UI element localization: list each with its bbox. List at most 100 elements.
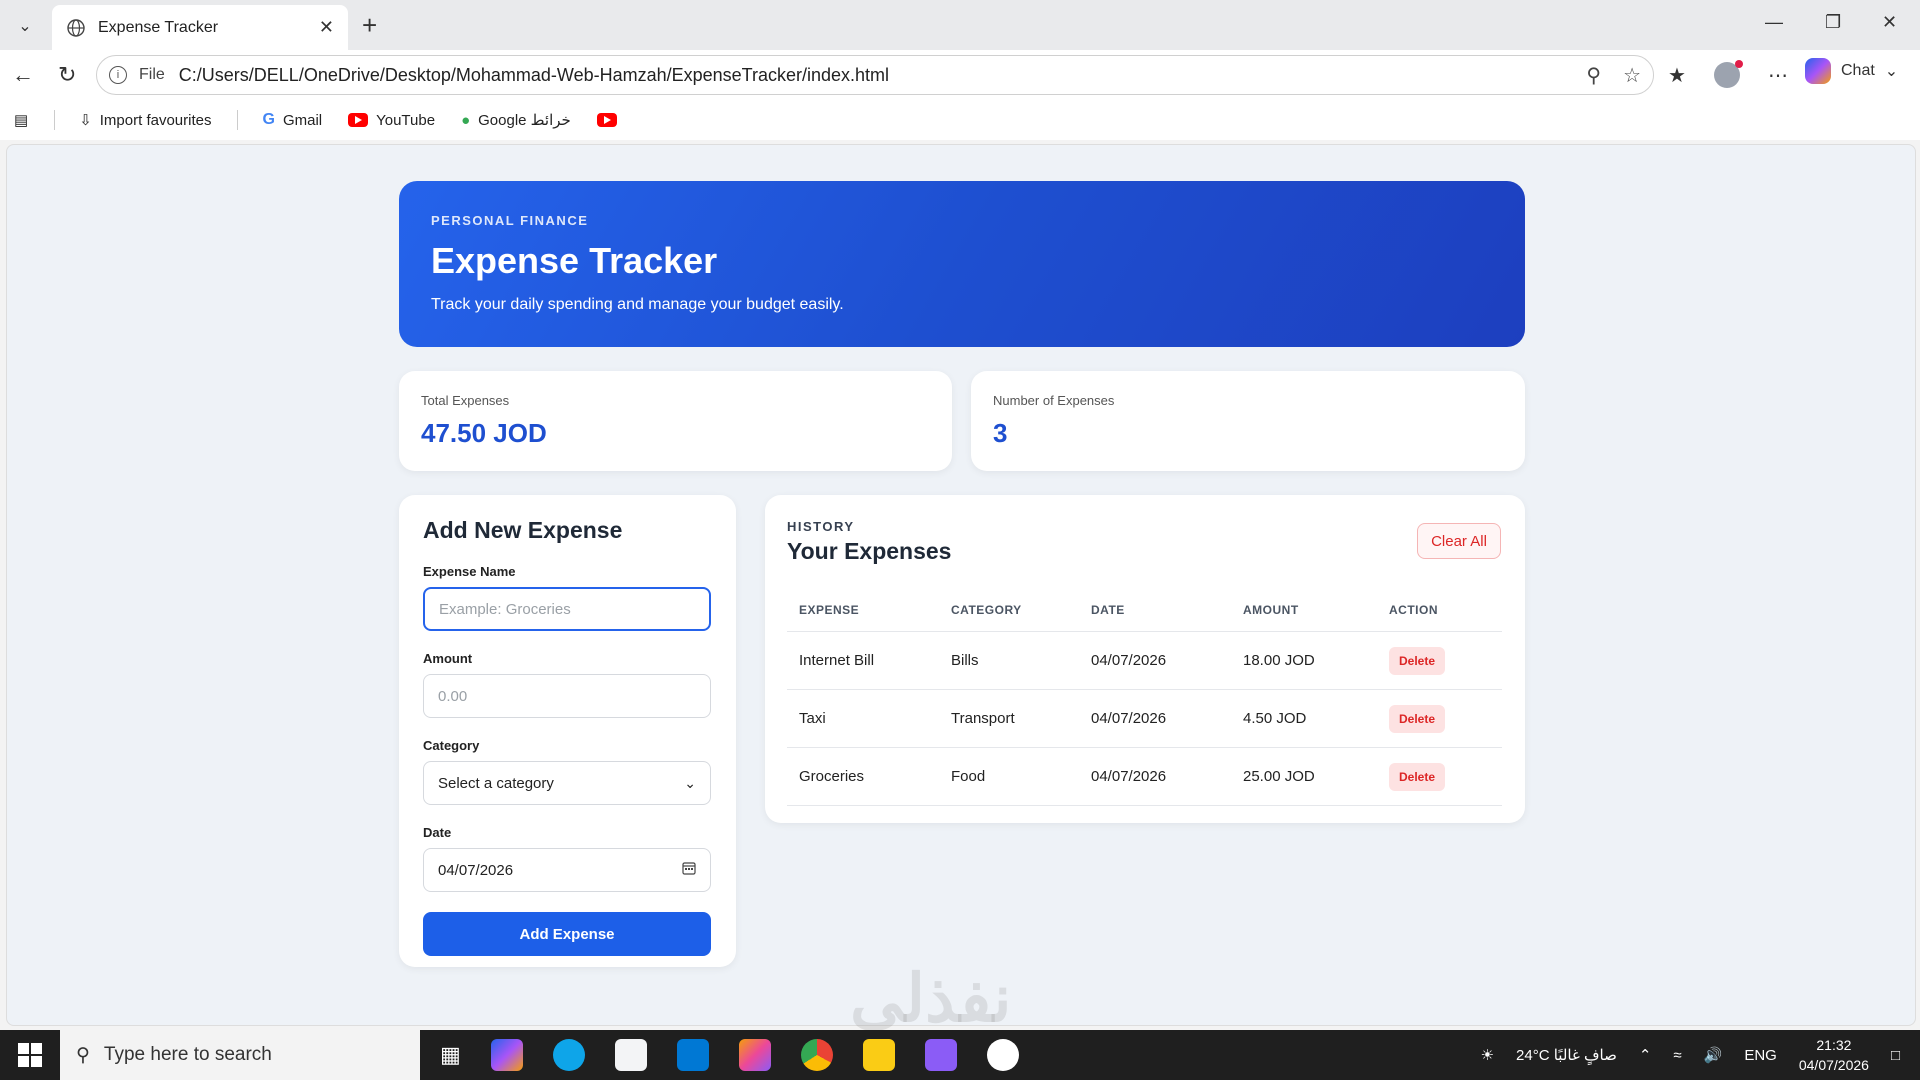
url-field[interactable]: i File C:/Users/DELL/OneDrive/Desktop/Mo… xyxy=(96,55,1654,95)
cell-amount: 25.00 JOD xyxy=(1231,747,1377,806)
hero-eyebrow: PERSONAL FINANCE xyxy=(431,213,589,228)
address-bar-row: ← ↻ i File C:/Users/DELL/OneDrive/Deskto… xyxy=(0,50,1920,100)
taskbar-search-placeholder: Type here to search xyxy=(103,1044,272,1065)
url-text[interactable]: C:/Users/DELL/OneDrive/Desktop/Mohammad-… xyxy=(179,65,889,86)
taskbar: ⚲ Type here to search ▦ ☀ 24°C صافٍ غالب… xyxy=(0,1030,1920,1080)
store-icon[interactable] xyxy=(614,1039,647,1071)
bookmark-gmail[interactable]: G Gmail xyxy=(262,111,322,129)
favorite-star-icon[interactable]: ☆ xyxy=(1623,63,1641,88)
clock-date: 04/07/2026 xyxy=(1798,1057,1869,1073)
amount-input[interactable]: 0.00 xyxy=(423,674,711,718)
chat-button[interactable]: Chat ⌄ xyxy=(1805,58,1898,84)
back-icon[interactable]: ← xyxy=(12,62,34,88)
clock[interactable]: 21:32 04/07/2026 xyxy=(1799,1035,1869,1075)
restore-icon[interactable]: ❐ xyxy=(1825,12,1841,33)
github-icon[interactable] xyxy=(986,1039,1019,1071)
column-header-category: CATEGORY xyxy=(939,589,1079,632)
window-close-icon[interactable]: ✕ xyxy=(1882,12,1897,33)
tab-close-icon[interactable]: ✕ xyxy=(319,17,334,38)
volume-icon[interactable]: 🔊 xyxy=(1704,1046,1723,1064)
tab-list-chevron-icon[interactable]: ⌄ xyxy=(10,12,40,40)
zoom-icon[interactable]: ⚲ xyxy=(1586,63,1601,88)
file-explorer-icon[interactable] xyxy=(862,1039,895,1071)
expense-name-placeholder: Example: Groceries xyxy=(439,600,571,618)
youtube-icon xyxy=(596,113,617,127)
delete-button[interactable]: Delete xyxy=(1389,762,1446,791)
minimize-icon[interactable]: — xyxy=(1765,12,1783,33)
visual-studio-icon[interactable] xyxy=(924,1039,957,1071)
cell-date: 04/07/2026 xyxy=(1079,631,1231,690)
language-indicator[interactable]: ENG xyxy=(1744,1047,1777,1064)
instagram-icon[interactable] xyxy=(738,1039,771,1071)
delete-button[interactable]: Delete xyxy=(1389,646,1446,675)
cell-action: Delete xyxy=(1377,689,1502,748)
cell-amount: 4.50 JOD xyxy=(1231,689,1377,748)
delete-button[interactable]: Delete xyxy=(1389,704,1446,733)
cell-expense: Groceries xyxy=(787,747,939,806)
edge-icon[interactable] xyxy=(552,1039,585,1071)
network-icon[interactable]: ≈ xyxy=(1673,1047,1681,1064)
category-select[interactable]: Select a category ⌄ xyxy=(423,761,711,805)
url-scheme: File xyxy=(139,66,165,83)
taskbar-search[interactable]: ⚲ Type here to search xyxy=(60,1030,420,1080)
google-icon: G xyxy=(262,111,275,128)
cell-action: Delete xyxy=(1377,631,1502,690)
table-header-row: EXPENSE CATEGORY DATE AMOUNT ACTION xyxy=(787,589,1502,632)
date-input[interactable]: 04/07/2026 xyxy=(423,848,711,892)
new-tab-icon[interactable]: + xyxy=(362,12,377,38)
clear-all-button[interactable]: Clear All xyxy=(1417,523,1501,559)
bookmark-google-maps[interactable]: ● Google خرائط xyxy=(461,111,571,130)
bookmark-label: YouTube xyxy=(376,111,436,129)
weather-icon[interactable]: ☀ xyxy=(1481,1046,1494,1064)
expenses-table: EXPENSE CATEGORY DATE AMOUNT ACTION Inte… xyxy=(787,589,1502,806)
notifications-icon[interactable]: □ xyxy=(1891,1047,1900,1064)
category-selected: Select a category xyxy=(438,774,554,792)
expense-name-label: Expense Name xyxy=(423,564,516,579)
date-value: 04/07/2026 xyxy=(438,861,514,879)
more-options-icon[interactable]: ⋯ xyxy=(1768,63,1788,88)
bookmark-import-favourites[interactable]: ⇩ Import favourites xyxy=(79,111,211,130)
outlook-icon[interactable] xyxy=(676,1039,709,1071)
calendar-icon[interactable] xyxy=(682,861,696,879)
copilot-app-icon[interactable] xyxy=(490,1039,523,1071)
table-row: Internet Bill Bills 04/07/2026 18.00 JOD… xyxy=(787,631,1502,690)
start-button[interactable] xyxy=(0,1043,60,1067)
tab-bar: ⌄ Expense Tracker ✕ + — ❐ ✕ xyxy=(0,0,1920,50)
browser-tab[interactable]: Expense Tracker ✕ xyxy=(52,5,348,50)
total-expenses-label: Total Expenses xyxy=(421,393,510,408)
total-expenses-card: Total Expenses 47.50 JOD xyxy=(399,371,952,471)
clock-time: 21:32 xyxy=(1816,1037,1852,1053)
chrome-icon[interactable] xyxy=(800,1039,833,1071)
bookmark-label: Gmail xyxy=(282,111,323,129)
page-viewport: PERSONAL FINANCE Expense Tracker Track y… xyxy=(6,144,1916,1026)
chevron-up-icon[interactable]: ⌃ xyxy=(1639,1046,1652,1064)
bookmark-youtube-icon-only[interactable] xyxy=(596,113,617,127)
reload-icon[interactable]: ↻ xyxy=(58,62,76,88)
table-row: Groceries Food 04/07/2026 25.00 JOD Dele… xyxy=(787,747,1502,806)
chevron-down-icon: ⌄ xyxy=(684,774,696,791)
chevron-down-icon[interactable]: ⌄ xyxy=(1885,61,1898,81)
cell-category: Food xyxy=(939,747,1079,806)
expense-history-card: HISTORY Your Expenses Clear All EXPENSE … xyxy=(765,495,1525,823)
youtube-icon xyxy=(348,113,369,127)
add-expense-button[interactable]: Add Expense xyxy=(423,912,711,956)
bookmark-label: Google خرائط xyxy=(478,112,571,129)
maps-icon: ● xyxy=(461,111,471,129)
favorites-icon[interactable]: ★ xyxy=(1668,63,1686,88)
profile-avatar[interactable] xyxy=(1713,60,1743,88)
history-eyebrow: HISTORY xyxy=(787,519,855,534)
bookmark-youtube[interactable]: YouTube xyxy=(348,112,435,129)
expense-name-input[interactable]: Example: Groceries xyxy=(423,587,711,631)
cell-amount: 18.00 JOD xyxy=(1231,631,1377,690)
cell-expense: Taxi xyxy=(787,689,939,748)
bookmarks-bar: ▤ ⇩ Import favourites G Gmail YouTube ● … xyxy=(0,100,1920,140)
cell-action: Delete xyxy=(1377,747,1502,806)
amount-placeholder: 0.00 xyxy=(438,687,468,705)
info-icon[interactable]: i xyxy=(109,66,127,84)
cell-expense: Internet Bill xyxy=(787,631,939,690)
collections-icon[interactable]: ▤ xyxy=(14,111,28,129)
expense-count-label: Number of Expenses xyxy=(993,393,1115,408)
weather-text[interactable]: 24°C صافٍ غالبًا xyxy=(1516,1046,1617,1064)
task-view-icon[interactable]: ▦ xyxy=(440,1042,461,1068)
import-icon: ⇩ xyxy=(79,112,92,129)
